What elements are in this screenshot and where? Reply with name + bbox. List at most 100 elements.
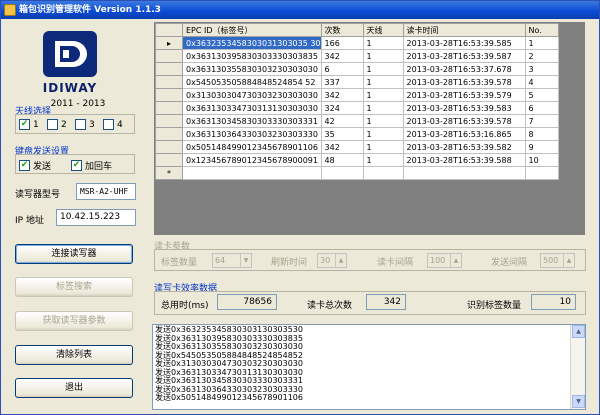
refresh-time-spinner[interactable]: 30 ▲	[317, 253, 347, 268]
get-reader-params-button[interactable]: 获取读写器参数	[15, 311, 133, 331]
antenna-cell[interactable]: 1	[362, 127, 404, 141]
row-header[interactable]	[155, 88, 183, 102]
antenna-cell[interactable]: 1	[362, 49, 404, 63]
count-cell[interactable]: 342	[320, 140, 364, 154]
antenna-cell[interactable]: 1	[362, 140, 404, 154]
no-cell[interactable]: 5	[524, 88, 559, 102]
empty-cell[interactable]	[362, 166, 404, 180]
table-row[interactable]: ▸ 0x3632353458303031303035 30 166 1 2013-03-…	[155, 36, 559, 50]
no-cell[interactable]: 9	[524, 140, 559, 154]
epc-cell[interactable]: 0x363130364330303230303330	[182, 127, 322, 141]
epc-cell[interactable]: 0x363130334730313130303030	[182, 101, 322, 115]
antenna-checkbox-2[interactable]: 2	[47, 119, 67, 130]
antenna-cell[interactable]: 1	[362, 114, 404, 128]
enter-checkbox[interactable]: ✔ 加回车	[71, 159, 112, 172]
clear-list-button[interactable]: 清除列表	[15, 345, 133, 365]
log-scrollbar[interactable]: ▲ ▼	[570, 325, 585, 409]
ip-address-field[interactable]: 10.42.15.223	[56, 209, 136, 226]
antenna-checkbox-3[interactable]: 3	[75, 119, 95, 130]
column-header-no[interactable]: No.	[524, 23, 559, 37]
read-time-cell[interactable]: 2013-03-28T16:53:39.579	[402, 88, 526, 102]
column-header-epc[interactable]: EPC ID（标签号）	[182, 23, 322, 37]
epc-cell[interactable]: 0x363130345830303330303331	[182, 114, 322, 128]
row-header[interactable]	[155, 62, 183, 76]
send-interval-spinner[interactable]: 500 ▲	[540, 253, 575, 268]
table-row[interactable]: 0x363130395830303330303835 342 1 2013-03-28…	[155, 49, 559, 63]
no-cell[interactable]: 10	[524, 153, 559, 167]
read-time-cell[interactable]: 2013-03-28T16:53:16.865	[402, 127, 526, 141]
no-cell[interactable]: 6	[524, 101, 559, 115]
column-header-count[interactable]: 次数	[320, 23, 364, 37]
antenna-cell[interactable]: 1	[362, 101, 404, 115]
row-header[interactable]	[155, 140, 183, 154]
antenna-checkbox-4[interactable]: 4	[103, 119, 123, 130]
count-cell[interactable]: 337	[320, 75, 364, 89]
connect-reader-button[interactable]: 连接读写器	[15, 244, 133, 264]
epc-cell[interactable]: 0x545053505884848524854 52	[182, 75, 322, 89]
row-header[interactable]	[155, 153, 183, 167]
no-cell[interactable]: 7	[524, 114, 559, 128]
tag-count-param-select[interactable]: 64 ▼	[212, 253, 252, 268]
epc-cell[interactable]: 0x3632353458303031303035 30	[182, 36, 322, 50]
antenna-cell[interactable]: 1	[362, 62, 404, 76]
count-cell[interactable]: 35	[320, 127, 364, 141]
row-header[interactable]	[155, 75, 183, 89]
send-log-textarea[interactable]: 发送0x363235345830303130303530 发送0x36313039…	[152, 324, 586, 410]
read-time-cell[interactable]: 2013-03-28T16:53:39.578	[402, 75, 526, 89]
read-time-cell[interactable]: 2013-03-28T16:53:39.587	[402, 49, 526, 63]
read-time-cell[interactable]: 2013-03-28T16:53:39.583	[402, 101, 526, 115]
scroll-up-icon[interactable]: ▲	[572, 325, 585, 338]
read-time-cell[interactable]: 2013-03-28T16:53:39.582	[402, 140, 526, 154]
no-cell[interactable]: 8	[524, 127, 559, 141]
antenna-checkbox-1[interactable]: ✔ 1	[19, 119, 39, 130]
empty-cell[interactable]	[402, 166, 526, 180]
row-header[interactable]	[155, 127, 183, 141]
count-cell[interactable]: 6	[320, 62, 364, 76]
table-row[interactable]: 0x363130345830303330303331 42 1 2013-03-28T…	[155, 114, 559, 128]
table-row[interactable]: 0x363130355830303230303030 6 1 2013-03-28T1…	[155, 62, 559, 76]
count-cell[interactable]: 324	[320, 101, 364, 115]
no-cell[interactable]: 2	[524, 49, 559, 63]
empty-cell[interactable]	[182, 166, 322, 180]
scroll-down-icon[interactable]: ▼	[572, 395, 585, 408]
table-row[interactable]: 0x545053505884848524854 52 337 1 2013-03-28…	[155, 75, 559, 89]
count-cell[interactable]: 342	[320, 88, 364, 102]
tag-grid[interactable]: EPC ID（标签号） 次数 天线 读卡时间 No. ▸ 0x3632353458…	[154, 22, 585, 235]
table-row[interactable]: 0x313030304730303230303030 342 1 2013-03-28…	[155, 88, 559, 102]
antenna-cell[interactable]: 1	[362, 75, 404, 89]
epc-cell[interactable]: 0x363130355830303230303030	[182, 62, 322, 76]
count-cell[interactable]: 166	[320, 36, 364, 50]
count-cell[interactable]: 342	[320, 49, 364, 63]
table-row[interactable]: 0x123456789012345678900091 48 1 2013-03-28T…	[155, 153, 559, 167]
empty-cell[interactable]	[320, 166, 364, 180]
tag-search-button[interactable]: 标签搜索	[15, 277, 133, 297]
epc-cell[interactable]: 0x313030304730303230303030	[182, 88, 322, 102]
read-time-cell[interactable]: 2013-03-28T16:53:39.588	[402, 153, 526, 167]
row-header[interactable]: ▸	[155, 36, 183, 50]
exit-button[interactable]: 退出	[15, 378, 133, 398]
title-bar[interactable]: 箱包识别管理软件 Version 1.1.3	[1, 1, 599, 19]
no-cell[interactable]: 4	[524, 75, 559, 89]
column-header-read-time[interactable]: 读卡时间	[402, 23, 526, 37]
empty-cell[interactable]	[524, 166, 559, 180]
read-time-cell[interactable]: 2013-03-28T16:53:37.678	[402, 62, 526, 76]
epc-cell[interactable]: 0x505148499012345678901106	[182, 140, 322, 154]
no-cell[interactable]: 1	[524, 36, 559, 50]
antenna-cell[interactable]: 1	[362, 153, 404, 167]
table-row[interactable]: 0x363130364330303230303330 35 1 2013-03-28T…	[155, 127, 559, 141]
row-header[interactable]	[155, 114, 183, 128]
new-row[interactable]: *	[155, 166, 559, 180]
row-header[interactable]	[155, 49, 183, 63]
reader-model-field[interactable]: MSR-A2-UHF	[76, 183, 136, 200]
table-row[interactable]: 0x363130334730313130303030 324 1 2013-03-28…	[155, 101, 559, 115]
send-checkbox[interactable]: ✔ 发送	[19, 159, 51, 172]
epc-cell[interactable]: 0x123456789012345678900091	[182, 153, 322, 167]
read-interval-spinner[interactable]: 100 ▲	[427, 253, 462, 268]
read-time-cell[interactable]: 2013-03-28T16:53:39.585	[402, 36, 526, 50]
row-header[interactable]	[155, 101, 183, 115]
no-cell[interactable]: 3	[524, 62, 559, 76]
count-cell[interactable]: 42	[320, 114, 364, 128]
count-cell[interactable]: 48	[320, 153, 364, 167]
read-time-cell[interactable]: 2013-03-28T16:53:39.578	[402, 114, 526, 128]
epc-cell[interactable]: 0x363130395830303330303835	[182, 49, 322, 63]
